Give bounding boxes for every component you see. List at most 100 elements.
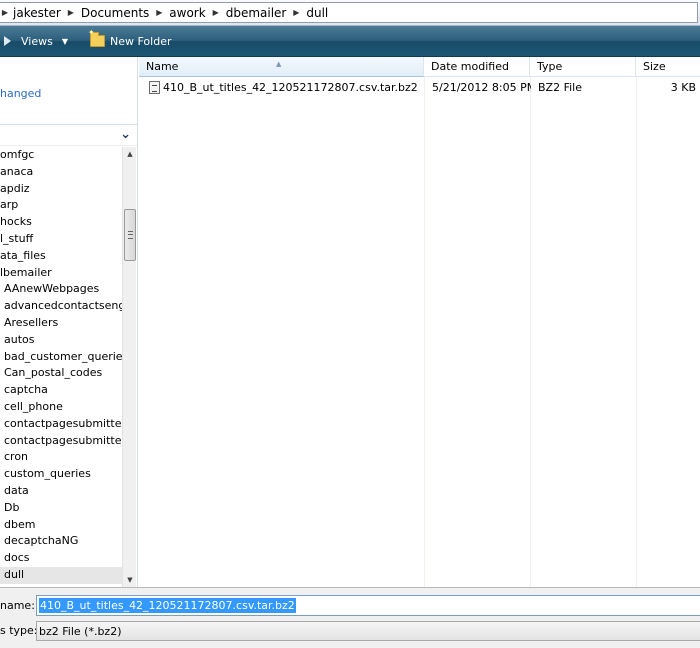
tree-item[interactable]: lbemailer: [0, 265, 122, 282]
file-row[interactable]: 410_B_ut_titles_42_120521172807.csv.tar.…: [139, 78, 700, 96]
tree-item-label: apdiz: [0, 181, 30, 195]
tree-item[interactable]: contactpagesubmitter: [0, 416, 122, 433]
column-header-name-label: Name: [146, 60, 179, 73]
folder-tree: omfgc anaca apdiz arp hocks l_stuff ata_files l…: [0, 147, 122, 587]
folders-header[interactable]: ⌄: [0, 124, 137, 146]
save-type-label: s type:: [0, 624, 38, 637]
tree-item[interactable]: Aresellers: [0, 315, 122, 332]
tree-item[interactable]: contactpagesubmitter.cc: [0, 433, 122, 450]
tree-item-label: dbem: [4, 517, 36, 531]
tree-item[interactable]: AAnewWebpages: [0, 281, 122, 298]
column-divider: [424, 77, 425, 587]
tree-item-label: advancedcontactsengine: [4, 299, 122, 313]
column-header-date-label: Date modified: [431, 60, 509, 73]
scroll-up-icon[interactable]: ▲: [123, 147, 137, 161]
tree-item-label: lbemailer: [0, 265, 52, 279]
breadcrumb-separator-icon[interactable]: ▶: [209, 2, 223, 23]
tree-item-label: autos: [4, 332, 35, 346]
column-header-type[interactable]: Type: [530, 57, 636, 77]
views-icon: [4, 36, 11, 46]
column-header-name[interactable]: ▲ Name: [139, 57, 424, 77]
tree-item-label: contactpagesubmitter.cc: [4, 433, 122, 447]
tree-item[interactable]: l_stuff: [0, 231, 122, 248]
favorite-link-recently-changed[interactable]: hanged: [0, 87, 41, 100]
tree-item[interactable]: apdiz: [0, 181, 122, 198]
tree-item[interactable]: autos: [0, 332, 122, 349]
tree-item[interactable]: hocks: [0, 214, 122, 231]
breadcrumb[interactable]: ▶ jakester ▶ Documents ▶ awork ▶ dbemail…: [0, 2, 698, 23]
breadcrumb-item-awork[interactable]: awork: [166, 6, 208, 20]
tree-item[interactable]: cell_phone: [0, 399, 122, 416]
file-size: 3 KB: [670, 80, 696, 94]
tree-item[interactable]: captcha: [0, 382, 122, 399]
tree-item[interactable]: ata_files: [0, 248, 122, 265]
column-header-size[interactable]: Size: [636, 57, 700, 77]
file-name-input[interactable]: 410_B_ut_titles_42_120521172807.csv.tar.…: [36, 595, 700, 616]
tree-item-label: Aresellers: [4, 315, 59, 329]
tree-item[interactable]: cron: [0, 449, 122, 466]
column-header-date-modified[interactable]: Date modified: [424, 57, 530, 77]
tree-item-label: custom_queries: [4, 467, 91, 481]
tree-item-label: docs: [4, 551, 30, 565]
breadcrumb-separator-icon[interactable]: ▶: [64, 2, 78, 23]
tree-item-label: bad_customer_queries: [4, 349, 122, 363]
views-label: Views: [21, 34, 53, 48]
tree-item-label: l_stuff: [0, 231, 34, 245]
chevron-down-icon[interactable]: ▼: [62, 37, 68, 46]
breadcrumb-separator-icon[interactable]: ▶: [0, 2, 10, 23]
tree-item[interactable]: anaca: [0, 164, 122, 181]
tree-item[interactable]: bad_customer_queries: [0, 349, 122, 366]
file-name[interactable]: 410_B_ut_titles_42_120521172807.csv.tar.…: [163, 81, 425, 94]
tree-item[interactable]: omfgc: [0, 147, 122, 164]
tree-item[interactable]: advancedcontactsengine: [0, 298, 122, 315]
scroll-down-icon[interactable]: ▼: [123, 573, 137, 587]
toolbar: Views ▼ New Folder: [0, 26, 700, 57]
tree-item[interactable]: dbem: [0, 517, 122, 534]
column-header-type-label: Type: [537, 60, 563, 73]
tree-item-label: Db: [4, 500, 20, 514]
tree-item-label: dull: [4, 567, 25, 581]
tree-item[interactable]: decaptchaNG: [0, 533, 122, 550]
tree-item[interactable]: dull: [0, 566, 122, 584]
tree-item-label: arp: [0, 198, 19, 212]
scroll-thumb[interactable]: [124, 209, 136, 261]
save-type-select[interactable]: bz2 File (*.bz2): [36, 621, 700, 641]
file-type: BZ2 File: [538, 80, 582, 94]
breadcrumb-separator-icon[interactable]: ▶: [152, 2, 166, 23]
tree-item-label: cron: [4, 450, 29, 464]
tree-item[interactable]: custom_queries: [0, 466, 122, 483]
breadcrumb-separator-icon[interactable]: ▶: [289, 2, 303, 23]
tree-item[interactable]: Db: [0, 500, 122, 517]
column-divider: [530, 77, 531, 587]
breadcrumb-item-dull[interactable]: dull: [303, 6, 331, 20]
tree-item[interactable]: arp: [0, 197, 122, 214]
tree-item[interactable]: docs: [0, 550, 122, 567]
new-folder-button[interactable]: New Folder: [86, 28, 175, 52]
tree-item[interactable]: data: [0, 483, 122, 500]
tree-scrollbar[interactable]: ▲ ▼: [122, 147, 136, 587]
column-header-size-label: Size: [643, 60, 666, 73]
tree-item-label: decaptchaNG: [4, 534, 79, 548]
column-divider: [636, 77, 637, 587]
tree-item[interactable]: Can_postal_codes: [0, 365, 122, 382]
tree-item-label: hocks: [0, 215, 32, 229]
file-name-value[interactable]: 410_B_ut_titles_42_120521172807.csv.tar.…: [39, 598, 296, 613]
file-name-label: name:: [0, 599, 35, 612]
breadcrumb-item-dbemailer[interactable]: dbemailer: [223, 6, 290, 20]
address-bar[interactable]: ▶ jakester ▶ Documents ▶ awork ▶ dbemail…: [0, 0, 700, 26]
breadcrumb-item-jakester[interactable]: jakester: [10, 6, 64, 20]
save-type-value: bz2 File (*.bz2): [39, 624, 122, 638]
grip-icon: [128, 231, 133, 239]
file-list: ▲ Name Date modified Type Size 410_B_ut_…: [139, 57, 700, 587]
chevron-down-icon[interactable]: ⌄: [120, 127, 131, 142]
tree-item-label: captcha: [4, 383, 48, 397]
tree-item-label: Can_postal_codes: [4, 366, 103, 380]
save-options: name: 410_B_ut_titles_42_120521172807.cs…: [0, 587, 700, 648]
breadcrumb-item-documents[interactable]: Documents: [78, 6, 152, 20]
new-folder-icon: [88, 28, 105, 47]
file-icon: [149, 80, 160, 94]
new-folder-label: New Folder: [110, 34, 172, 48]
file-date-modified: 5/21/2012 8:05 PM: [432, 80, 531, 94]
tree-item-label: AAnewWebpages: [4, 282, 100, 296]
views-button[interactable]: Views ▼: [0, 30, 86, 52]
